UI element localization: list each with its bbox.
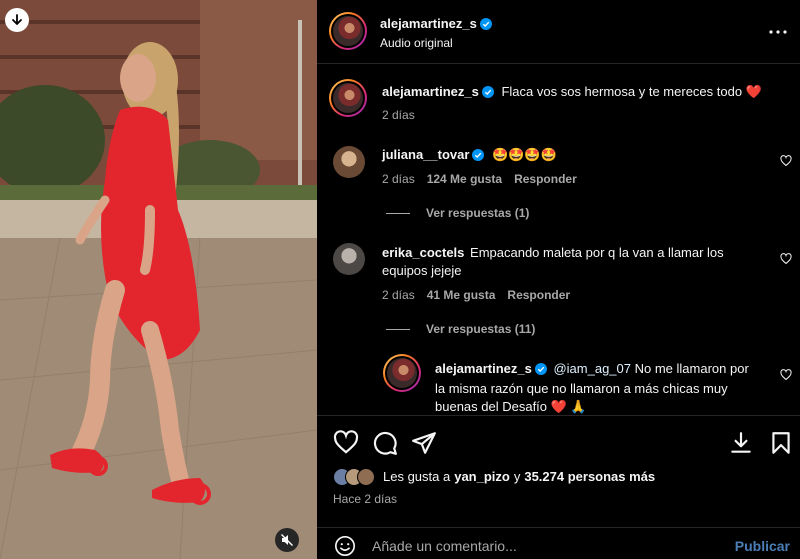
comment-input[interactable] [372, 535, 672, 557]
reply-username[interactable]: alejamartinez_s [435, 361, 532, 376]
likes-others[interactable]: 35.274 personas más [524, 468, 655, 486]
audio-label[interactable]: Audio original [380, 36, 453, 50]
post-timestamp[interactable]: Hace 2 días [333, 492, 397, 506]
like-comment-heart-icon[interactable] [780, 369, 792, 381]
comment-avatar[interactable] [333, 243, 365, 275]
emoji-icon[interactable] [334, 535, 356, 557]
like-heart-icon[interactable] [333, 430, 359, 456]
comment-1: juliana__tovar 🤩🤩🤩🤩 [382, 146, 557, 166]
reply-text: buenas del Desafío ❤️ 🙏 [435, 399, 587, 414]
likes-user[interactable]: yan_pizo [454, 468, 510, 486]
caption-avatar[interactable] [329, 79, 367, 117]
comment-text: Empacando maleta por q la van a llamar l… [470, 245, 724, 260]
verified-badge-icon [479, 17, 492, 35]
author-avatar[interactable] [329, 12, 367, 50]
like-comment-heart-icon[interactable] [780, 253, 792, 265]
comment-meta: 2 días 124 Me gusta Responder [382, 172, 589, 186]
comment-avatar[interactable] [333, 146, 365, 178]
verified-badge-icon [481, 85, 494, 103]
comment-likes[interactable]: 124 Me gusta [427, 172, 502, 186]
publish-button[interactable]: Publicar [735, 538, 790, 554]
speaker-muted-icon [281, 534, 293, 546]
more-options-button[interactable] [768, 22, 788, 42]
verified-badge-icon [534, 362, 547, 380]
download-icon[interactable] [728, 430, 754, 456]
caption-username[interactable]: alejamartinez_s [382, 84, 479, 99]
share-send-icon[interactable] [411, 430, 437, 456]
download-button[interactable] [5, 8, 29, 32]
reply-text: No me llamaron por [634, 361, 749, 376]
reply-avatar[interactable] [383, 354, 421, 392]
mute-button[interactable] [275, 528, 299, 552]
more-horizontal-icon [769, 30, 787, 34]
comment-composer: Publicar [317, 527, 800, 559]
reply-button[interactable]: Responder [514, 172, 577, 186]
view-replies-button[interactable]: Ver respuestas (1) [386, 206, 529, 220]
reply-button[interactable]: Responder [507, 288, 570, 302]
post-header: alejamartinez_s Audio original [317, 0, 800, 64]
likes-connector: y [513, 469, 521, 484]
caption: alejamartinez_s Flaca vos sos hermosa y … [382, 83, 782, 103]
likes-summary[interactable]: Les gusta a yan_pizo y 35.274 personas m… [333, 468, 655, 486]
comment-text: equipos jejeje [382, 263, 462, 278]
caption-text: Flaca vos sos hermosa y te mereces todo … [501, 84, 762, 99]
likes-prefix: Les gusta a [383, 469, 451, 484]
verified-badge-icon [472, 148, 485, 166]
comments-list[interactable]: alejamartinez_s Flaca vos sos hermosa y … [317, 65, 800, 415]
post-media[interactable] [0, 0, 317, 559]
arrow-down-icon [12, 14, 22, 25]
liker-avatar [357, 468, 375, 486]
comment-2: erika_coctels Empacando maleta por q la … [382, 244, 782, 280]
post-details-panel: alejamartinez_s Audio original alejamart… [317, 0, 800, 559]
comment-bubble-icon[interactable] [372, 430, 398, 456]
comment-username[interactable]: erika_coctels [382, 245, 464, 260]
like-comment-heart-icon[interactable] [780, 155, 792, 167]
view-replies-button[interactable]: Ver respuestas (11) [386, 322, 535, 336]
comment-likes[interactable]: 41 Me gusta [427, 288, 496, 302]
comment-text: 🤩🤩🤩🤩 [492, 147, 557, 162]
author-username[interactable]: alejamartinez_s [380, 16, 477, 31]
reply-text: la misma razón que no llamaron a más chi… [435, 381, 728, 396]
comment-meta: 2 días 41 Me gusta Responder [382, 288, 582, 302]
reply-comment: alejamartinez_s @iam_ag_07 No me llamaro… [435, 360, 775, 415]
caption-time[interactable]: 2 días [382, 108, 415, 122]
comment-time[interactable]: 2 días [382, 288, 415, 302]
post-video-frame [0, 0, 317, 559]
bookmark-icon[interactable] [768, 430, 794, 456]
comment-username[interactable]: juliana__tovar [382, 147, 469, 162]
comment-time[interactable]: 2 días [382, 172, 415, 186]
mention-link[interactable]: @iam_ag_07 [553, 361, 631, 376]
